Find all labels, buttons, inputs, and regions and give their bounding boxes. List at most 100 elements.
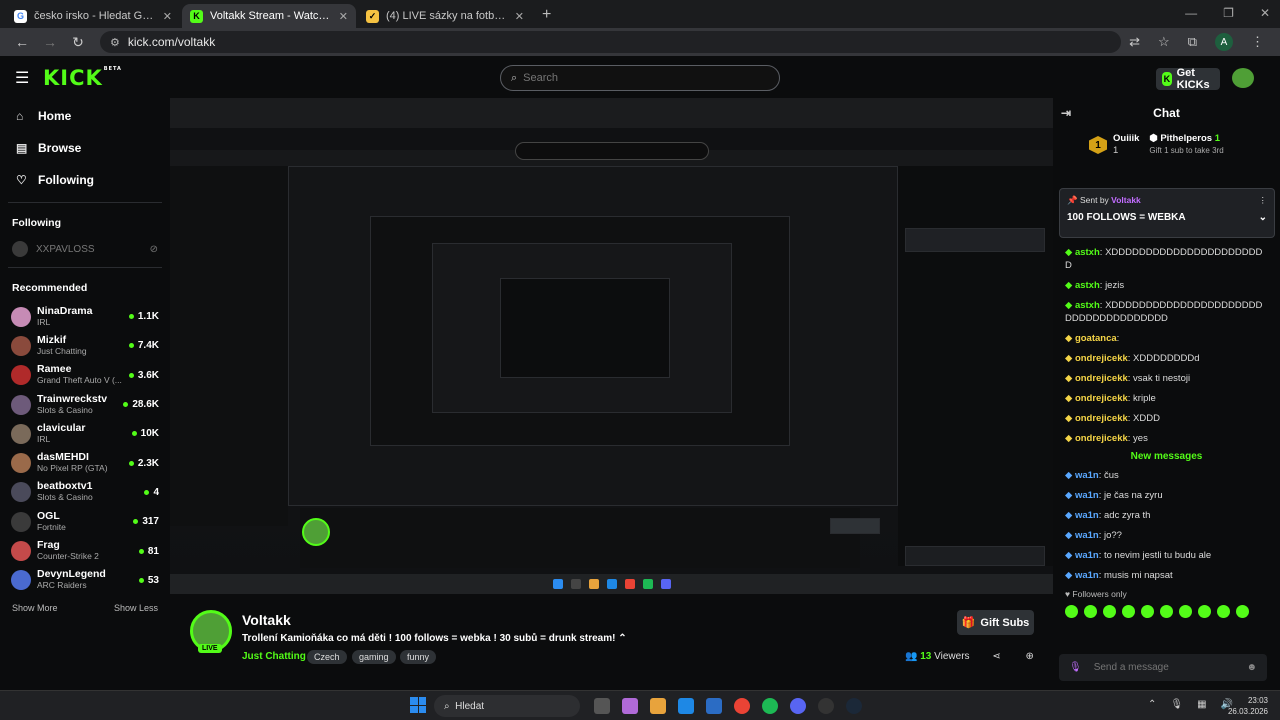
chat-username[interactable]: ondrejicekk [1075,433,1128,444]
chat-username[interactable]: wa1n [1075,470,1099,481]
message-input[interactable] [1093,662,1247,673]
emote-icon[interactable] [1179,605,1192,618]
leader-2[interactable]: ⬢ Pithelperos 1 Gift 1 sub to take 3rd [1149,133,1223,157]
recommended-channel[interactable]: beatboxtv1 Slots & Casino 4 [0,478,170,507]
address-bar[interactable]: ⚙ kick.com/voltakk [100,31,1122,53]
chevron-up-icon[interactable]: ⌃ [1148,699,1156,710]
emote-icon[interactable] [1141,605,1154,618]
close-icon[interactable]: ✕ [515,10,524,23]
reload-icon[interactable]: ↻ [64,34,92,51]
gift-subs-button[interactable]: 🎁 Gift Subs [957,610,1034,635]
forward-icon[interactable]: → [36,34,64,50]
translate-icon[interactable]: ⇄ [1129,34,1140,50]
emoji-icon[interactable]: ☻ [1246,662,1257,673]
leader-1[interactable]: Ouiiik 1 [1113,133,1139,157]
emote-icon[interactable] [1065,605,1078,618]
microphone-icon[interactable]: 🎙 [1170,699,1183,710]
steam-icon[interactable] [846,698,862,714]
file-explorer-icon[interactable] [650,698,666,714]
recommended-channel[interactable]: clavicular IRL 10K [0,419,170,448]
tag-gaming[interactable]: gaming [352,650,396,664]
chat-username[interactable]: ondrejicekk [1075,353,1128,364]
emote-icon[interactable] [1236,605,1249,618]
recommended-channel[interactable]: NinaDrama IRL 1.1K [0,302,170,331]
chat-username[interactable]: wa1n [1075,550,1099,561]
search-input[interactable] [523,72,724,84]
stream-category[interactable]: Just Chatting [242,651,306,662]
emote-icon[interactable] [1160,605,1173,618]
spotify-icon[interactable] [762,698,778,714]
emote-icon[interactable] [1198,605,1211,618]
share-icon[interactable]: ⋖ [992,651,1000,662]
network-icon[interactable]: ▦ [1197,699,1206,710]
nav-following[interactable]: ♡ Following [0,164,170,196]
nav-home[interactable]: ⌂ Home [0,100,170,132]
tab-google[interactable]: G česko irsko - Hledat Googlem ✕ [6,4,180,28]
recommended-channel[interactable]: DevynLegend ARC Raiders 53 [0,566,170,595]
follow-user-icon[interactable]: ⊕ [1025,651,1033,662]
chevron-up-icon[interactable]: ⌃ [618,633,626,644]
profile-avatar[interactable]: A [1215,33,1233,51]
emote-icon[interactable] [1103,605,1116,618]
chat-username[interactable]: goatanca [1075,333,1117,344]
pinned-message[interactable]: 📌 Sent by Voltakk ⋮ 100 FOLLOWS = WEBKA ⌄ [1059,188,1275,238]
recommended-channel[interactable]: Trainwreckstv Slots & Casino 28.6K [0,390,170,419]
hamburger-menu-icon[interactable]: ☰ [15,68,29,88]
recommended-channel[interactable]: Mizkif Just Chatting 7.4K [0,331,170,360]
close-icon[interactable]: ✕ [163,10,172,23]
emote-icon[interactable] [1122,605,1135,618]
search-box[interactable]: ⌕ [500,65,780,91]
menu-dots-icon[interactable]: ⋮ [1259,195,1268,206]
show-more-button[interactable]: Show More [12,603,58,613]
tag-czech[interactable]: Czech [307,650,347,664]
site-info-icon[interactable]: ⚙ [110,36,120,49]
emote-icon[interactable] [1217,605,1230,618]
show-less-button[interactable]: Show Less [114,603,158,613]
discord-icon[interactable] [790,698,806,714]
task-view-icon[interactable] [594,698,610,714]
tab-kick[interactable]: K Voltakk Stream - Watch Live on ✕ [182,4,356,28]
bookmark-star-icon[interactable]: ☆ [1158,34,1170,50]
nav-browse[interactable]: ▤ Browse [0,132,170,164]
chat-username[interactable]: ondrejicekk [1075,413,1128,424]
get-kicks-button[interactable]: K Get KICKs [1156,67,1220,91]
chrome-icon[interactable] [734,698,750,714]
chat-username[interactable]: ondrejicekk [1075,393,1128,404]
close-icon[interactable]: ✕ [339,10,348,23]
emote-icon[interactable] [1084,605,1097,618]
recommended-channel[interactable]: Ramee Grand Theft Auto V (... 3.6K [0,361,170,390]
chat-username[interactable]: wa1n [1075,490,1099,501]
microphone-icon[interactable]: 🎙 [1069,662,1082,673]
recommended-channel[interactable]: OGL Fortnite 317 [0,507,170,536]
following-channel[interactable]: XXPAVLOSS ⊘ [0,237,170,261]
close-window-icon[interactable]: ✕ [1260,6,1270,20]
recommended-channel[interactable]: Frag Counter-Strike 2 81 [0,536,170,565]
chat-username[interactable]: wa1n [1075,570,1099,581]
copilot-icon[interactable] [622,698,638,714]
menu-dots-icon[interactable]: ⋮ [1251,34,1264,50]
back-icon[interactable]: ← [8,34,36,50]
tab-betting[interactable]: ✓ (4) LIVE sázky na fotbal - Česko ✕ [358,4,532,28]
recommended-channel[interactable]: dasMEHDI No Pixel RP (GTA) 2.3K [0,448,170,477]
chat-username[interactable]: wa1n [1075,530,1099,541]
user-avatar[interactable] [1232,68,1254,88]
chat-username[interactable]: astxh [1075,300,1100,311]
taskbar-search[interactable]: ⌕ Hledat [434,695,580,717]
collapse-chat-icon[interactable]: ⇥ [1061,106,1071,120]
minimize-icon[interactable]: — [1185,6,1197,20]
kick-logo[interactable]: KICKBETA [43,66,122,90]
chat-username[interactable]: astxh [1075,280,1100,291]
video-player[interactable] [170,98,1053,594]
send-message-box[interactable]: 🎙 ☻ [1059,654,1267,681]
chat-username[interactable]: wa1n [1075,510,1099,521]
chat-username[interactable]: ondrejicekk [1075,373,1128,384]
extensions-icon[interactable]: ⧉ [1188,34,1197,50]
windows-start-icon[interactable] [410,697,426,713]
chat-username[interactable]: astxh [1075,247,1100,258]
store-icon[interactable] [706,698,722,714]
github-icon[interactable] [818,698,834,714]
new-tab-icon[interactable]: + [534,4,559,28]
edge-icon[interactable] [678,698,694,714]
clock[interactable]: 23:03 26.03.2026 [1228,695,1268,717]
chevron-down-icon[interactable]: ⌄ [1259,212,1267,223]
